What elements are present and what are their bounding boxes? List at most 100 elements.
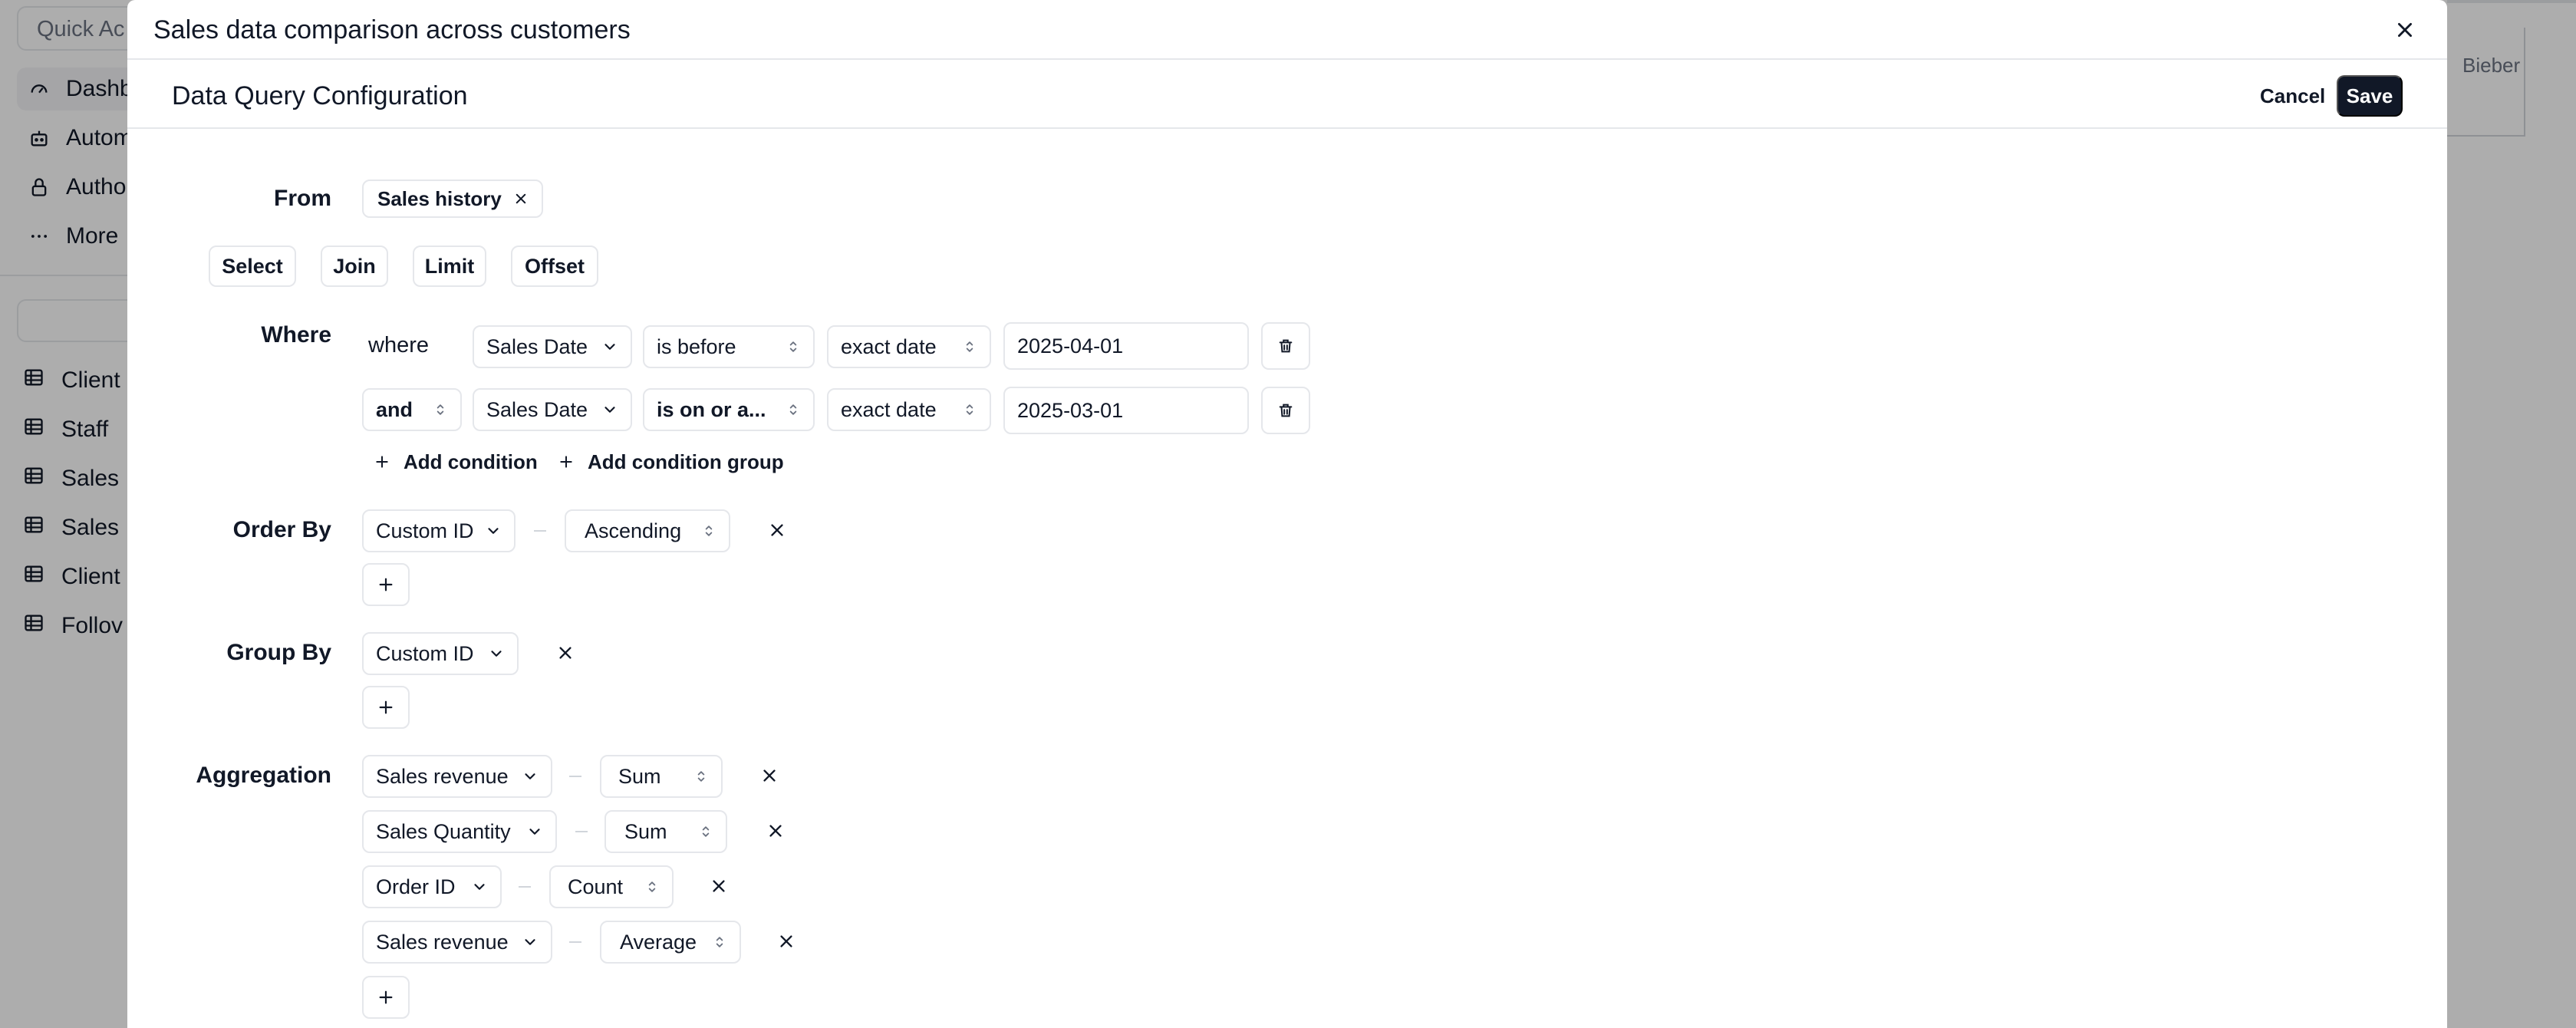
- plus-icon: [377, 699, 394, 716]
- close-icon: [778, 933, 795, 950]
- condition-value-input[interactable]: 2025-04-01: [1003, 322, 1249, 370]
- select-value: Sales Quantity: [376, 819, 511, 843]
- aggregation-function-select[interactable]: Count: [549, 865, 674, 908]
- select-value: Sum: [618, 764, 661, 788]
- condition-field-select[interactable]: Sales Date: [473, 325, 632, 368]
- from-label: From: [274, 186, 331, 211]
- select-value: exact date: [841, 334, 937, 358]
- chevron-up-down-icon: [712, 934, 727, 951]
- modal-title: Sales data comparison across customers: [153, 15, 631, 44]
- aggregation-field-select[interactable]: Sales revenue: [362, 921, 552, 964]
- chevron-down-icon: [526, 823, 543, 840]
- condition-mode-select[interactable]: exact date: [827, 325, 991, 368]
- group-by-field-select[interactable]: Custom ID: [362, 632, 519, 675]
- chevron-down-icon: [522, 934, 539, 951]
- order-direction-select[interactable]: Ascending: [565, 509, 730, 552]
- close-button[interactable]: [2392, 17, 2418, 43]
- condition-mode-select[interactable]: exact date: [827, 388, 991, 431]
- remove-aggregation-button[interactable]: [773, 928, 799, 954]
- select-value: Count: [568, 875, 624, 898]
- add-group-by-button[interactable]: [362, 686, 410, 729]
- chevron-up-down-icon: [786, 401, 801, 418]
- remove-aggregation-button[interactable]: [706, 873, 732, 899]
- chevron-down-icon: [485, 522, 502, 539]
- chevron-down-icon: [471, 878, 488, 895]
- chevron-down-icon: [488, 645, 505, 662]
- separator: [534, 530, 546, 532]
- plus-icon: [377, 576, 394, 593]
- chevron-up-down-icon: [693, 768, 709, 785]
- add-aggregation-button[interactable]: [362, 976, 410, 1019]
- select-value: Sales revenue: [376, 930, 509, 954]
- close-icon: [767, 822, 784, 839]
- remove-group-by-button[interactable]: [552, 640, 578, 666]
- plus-icon: [377, 989, 394, 1006]
- select-value: is before: [657, 334, 736, 358]
- chevron-up-down-icon: [433, 401, 448, 418]
- close-icon: [769, 522, 786, 539]
- close-icon: [710, 878, 727, 895]
- offset-clause-button[interactable]: Offset: [511, 245, 598, 287]
- condition-value-input[interactable]: 2025-03-01: [1003, 387, 1249, 434]
- chevron-up-down-icon: [962, 401, 977, 418]
- remove-table-icon[interactable]: [514, 192, 528, 206]
- close-icon: [557, 644, 574, 661]
- aggregation-field-select[interactable]: Sales Quantity: [362, 810, 557, 853]
- separator: [569, 941, 581, 943]
- save-button[interactable]: Save: [2337, 75, 2403, 117]
- close-icon: [761, 767, 778, 784]
- delete-condition-button[interactable]: [1261, 387, 1310, 434]
- aggregation-label: Aggregation: [196, 763, 331, 788]
- add-condition-group-label: Add condition group: [588, 450, 784, 473]
- plus-icon: [558, 454, 574, 470]
- aggregation-field-select[interactable]: Order ID: [362, 865, 502, 908]
- separator: [569, 776, 581, 777]
- aggregation-function-select[interactable]: Average: [600, 921, 741, 964]
- limit-clause-button[interactable]: Limit: [413, 245, 486, 287]
- aggregation-function-select[interactable]: Sum: [604, 810, 727, 853]
- remove-aggregation-button[interactable]: [763, 818, 789, 844]
- select-value: Sales revenue: [376, 764, 509, 788]
- select-value: Average: [620, 930, 697, 954]
- chevron-up-down-icon: [701, 522, 716, 539]
- close-icon: [2395, 20, 2415, 40]
- aggregation-function-select[interactable]: Sum: [600, 755, 723, 798]
- chevron-down-icon: [601, 338, 618, 355]
- select-value: Order ID: [376, 875, 456, 898]
- select-value: is on or a...: [657, 397, 766, 421]
- condition-field-select[interactable]: Sales Date: [473, 388, 632, 431]
- chevron-up-down-icon: [786, 338, 801, 355]
- remove-order-by-button[interactable]: [764, 517, 790, 543]
- plus-icon: [374, 454, 390, 470]
- add-condition-label: Add condition: [404, 450, 538, 473]
- condition-operator-select[interactable]: is before: [643, 325, 815, 368]
- query-modal: Sales data comparison across customers D…: [127, 0, 2447, 1028]
- from-table-name: Sales history: [377, 186, 502, 210]
- section-title: Data Query Configuration: [172, 81, 468, 110]
- trash-icon: [1277, 337, 1294, 355]
- select-value: Sales Date: [486, 334, 588, 358]
- modal-header: Sales data comparison across customers: [127, 0, 2447, 60]
- add-order-by-button[interactable]: [362, 563, 410, 606]
- group-by-label: Group By: [226, 640, 331, 665]
- aggregation-field-select[interactable]: Sales revenue: [362, 755, 552, 798]
- condition-connector-select[interactable]: and: [362, 388, 462, 431]
- order-by-field-select[interactable]: Custom ID: [362, 509, 516, 552]
- trash-icon: [1277, 401, 1294, 420]
- add-condition-button[interactable]: Add condition: [374, 446, 538, 477]
- select-value: and: [376, 397, 413, 421]
- add-condition-group-button[interactable]: Add condition group: [558, 446, 784, 477]
- join-clause-button[interactable]: Join: [321, 245, 388, 287]
- cancel-button[interactable]: Cancel: [2243, 75, 2342, 117]
- sub-header: Data Query Configuration Cancel Save: [127, 60, 2447, 129]
- where-connector: where: [368, 333, 429, 357]
- chevron-down-icon: [522, 768, 539, 785]
- remove-aggregation-button[interactable]: [756, 763, 782, 789]
- select-value: Custom ID: [376, 519, 474, 542]
- condition-operator-select[interactable]: is on or a...: [643, 388, 815, 431]
- select-clause-button[interactable]: Select: [209, 245, 296, 287]
- delete-condition-button[interactable]: [1261, 322, 1310, 370]
- select-value: Ascending: [585, 519, 682, 542]
- order-by-label: Order By: [232, 517, 331, 542]
- separator: [519, 886, 531, 888]
